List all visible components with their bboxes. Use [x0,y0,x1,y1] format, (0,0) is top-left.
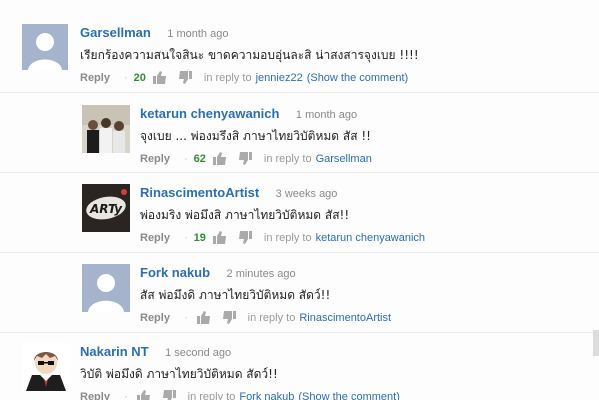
comment-author[interactable]: Fork nakub [140,265,210,280]
in-reply-to-label: in reply to [263,152,312,165]
comment-text: เรียกร้องความสนใจสินะ ขาดความอบอุ่นละสิ … [80,48,419,62]
comment-separator [0,252,599,253]
thumbs-up-icon[interactable] [196,311,211,324]
thumbs-up-icon[interactable] [152,71,167,84]
show-comment-link[interactable]: (Show the comment) [298,391,399,400]
reply-target-link[interactable]: Garsellman [316,153,372,165]
comment-separator [0,172,599,173]
default-silhouette-avatar[interactable] [22,24,68,70]
thumbs-up-icon[interactable] [212,152,227,165]
comment-separator [0,92,599,93]
in-reply-to-label: in reply to [247,311,296,324]
comment-text: วิบัติ พ่อมึงดิ ภาษาไทยวิบัติหมด สัดว์!! [80,367,278,381]
comment-author[interactable]: RinascimentoArtist [140,185,259,200]
scrollbar-edge[interactable] [593,330,599,356]
reply-button[interactable]: Reply [140,153,170,165]
comment-timestamp[interactable]: 1 second ago [165,347,231,359]
group-photo-avatar[interactable] [82,105,130,153]
reply-button[interactable]: Reply [80,72,110,84]
comment-author[interactable]: Nakarin NT [80,344,149,359]
show-comment-link[interactable]: (Show the comment) [307,72,408,84]
comment-timestamp[interactable]: 2 minutes ago [227,268,296,280]
thumbs-down-icon[interactable] [162,390,176,400]
reply-button[interactable]: Reply [140,312,170,324]
comment-text: พ่องมริง พ่อมึงสิ ภาษาไทยวิบัติหมด สัส!! [140,208,350,222]
separator-dot: · [183,231,188,244]
cartoon-suit-avatar[interactable] [22,343,70,391]
in-reply-to-label: in reply to [203,71,252,84]
comment-author[interactable]: ketarun chenyawanich [140,106,279,121]
thumbs-up-icon[interactable] [212,231,227,244]
thumbs-down-icon[interactable] [238,231,252,244]
separator-dot: · [183,311,188,324]
reply-target-link[interactable]: jenniez22 [256,72,303,84]
thumbs-down-icon[interactable] [238,152,252,165]
separator-dot: · [183,152,188,165]
comment-timestamp[interactable]: 1 month ago [296,109,357,121]
thumbs-down-icon[interactable] [178,71,192,84]
like-count: 62 [193,152,206,165]
arty-logo-avatar[interactable]: ARTy [82,184,130,232]
comment-timestamp[interactable]: 3 weeks ago [276,188,338,200]
comment-timestamp[interactable]: 1 month ago [167,28,228,40]
reply-target-link[interactable]: ketarun chenyawanich [316,232,425,244]
in-reply-to-label: in reply to [187,390,236,400]
comment-author[interactable]: Garsellman [80,25,151,40]
in-reply-to-label: in reply to [263,231,312,244]
arty-logo-text: ARTy [89,202,123,216]
reply-target-link[interactable]: Fork nakub [239,391,294,400]
reply-target-link[interactable]: RinascimentoArtist [299,312,391,324]
comment-text: สัส พ่อมึงดิ ภาษาไทยวิบัติหมด สัดว์!! [140,288,331,302]
comment-text: จุงเบย ... พ่องมรึงสิ ภาษาไทยวิบัติหมด ส… [140,129,371,143]
default-silhouette-avatar[interactable] [82,264,130,312]
like-count: 19 [193,231,206,244]
separator-dot: · [123,390,128,400]
thumbs-up-icon[interactable] [136,390,151,400]
comment-separator [0,332,599,333]
reply-button[interactable]: Reply [80,391,110,400]
thumbs-down-icon[interactable] [222,311,236,324]
separator-dot: · [123,71,128,84]
reply-button[interactable]: Reply [140,232,170,244]
like-count: 20 [133,71,146,84]
